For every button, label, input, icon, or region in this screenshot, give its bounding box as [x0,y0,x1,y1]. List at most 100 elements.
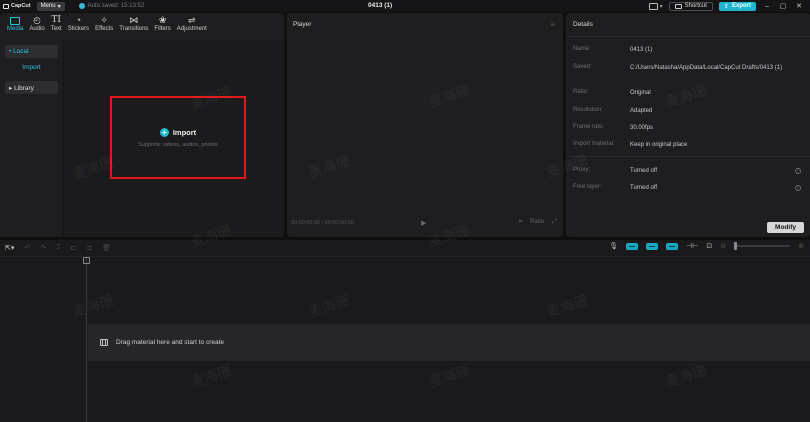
player-controls: 00:00:00:00 / 00:00:00:00 ▶ ⌗ Ratio ⤢ [287,219,563,229]
linkage-icon[interactable] [666,242,679,250]
detail-label: Ratio: [573,89,589,95]
tab-label: Filters [154,26,171,32]
detail-row-resolution: Resolution: Adapted [573,107,805,116]
menu-button[interactable]: Menu ▾ [36,1,65,11]
crop-icon[interactable]: ⌗ [519,219,522,226]
modify-button[interactable]: Modify [767,222,804,233]
shortcut-button[interactable]: Shortcut [668,1,713,11]
autosave-status: Auto saved: 15:13:52 [78,3,145,9]
detail-value: 0413 (1) [630,47,653,53]
import-dropzone[interactable]: + Import Supports: videos, audios, photo… [110,96,246,179]
sidebar-item-local[interactable]: • Local [5,45,58,58]
zoom-in-icon[interactable]: ⊕ [798,242,804,250]
split-right-icon[interactable]: ⊐ [86,244,92,252]
detail-label: Frame rate: [573,124,605,130]
minimize-icon[interactable]: – [762,3,772,10]
capcut-logo-icon [3,3,9,9]
split-icon[interactable]: ⌶ [56,244,60,252]
tab-label: Audio [29,26,45,32]
media-icon [10,15,21,26]
tab-stickers[interactable]: ◔ Stickers [65,13,92,32]
detail-label: Free layer: [573,184,602,190]
tab-effects[interactable]: ✧ Effects [92,13,116,32]
export-icon: ⇪ [723,3,729,10]
undo-icon[interactable]: ↶ [24,244,30,252]
menu-label: Menu [40,3,56,9]
auto-snapping-icon[interactable] [646,242,659,250]
tab-label: Stickers [67,26,90,32]
microphone-icon[interactable]: 🎙 [609,242,618,250]
timeline-ruler[interactable] [0,256,810,264]
transitions-icon: ⋈ [129,15,139,25]
help-icon[interactable]: ? [795,185,801,191]
drag-hint: Drag material here and start to create [116,339,225,346]
detail-row-import-material: Import material: Keep in original place [573,141,805,150]
app-logo: CapCut [0,3,31,9]
zoom-out-icon[interactable]: ⊖ [720,242,726,250]
detail-label: Proxy: [573,167,591,173]
tab-filters[interactable]: ❀ Filters [151,13,173,32]
timeline-toolbar: ⇱▾ ↶ ↷ ⌶ ⊏ ⊐ 🗑 🎙 ⊣⊢ ⊡ ⊖ ⊕ [0,240,810,256]
media-drop-area: + Import Supports: videos, audios, photo… [65,40,284,237]
main-track-magnet-icon[interactable] [626,242,639,250]
details-panel: Details Name: 0413 (1) Saved: C:/Users/N… [566,13,810,237]
adjustment-icon: ⇌ [188,15,196,25]
menu-icon[interactable]: ≡ [550,20,555,29]
tab-media[interactable]: Media [4,13,26,32]
fullscreen-icon[interactable]: ⤢ [552,219,557,226]
sidebar-item-library[interactable]: ▸ Library [5,81,58,94]
close-icon[interactable]: ✕ [794,2,804,10]
export-label: Export [731,3,751,9]
detail-value: Adapted [630,108,653,114]
tab-audio[interactable]: ◴ Audio [26,13,47,32]
export-button[interactable]: ⇪ Export [718,1,756,11]
layout-icon[interactable] [648,2,658,10]
detail-row-free-layer: Free layer: Turned off ? [573,184,805,193]
text-icon: TI [51,15,61,25]
detail-value: Turned off [630,168,658,174]
tab-label: Effects [95,26,114,32]
tab-label: Text [50,26,62,32]
player-title: Player [293,21,312,28]
sidebar-item-import[interactable]: Import [5,61,58,74]
capcut-window: CapCut Menu ▾ Auto saved: 15:13:52 0413 … [0,0,810,422]
preview-axis-icon[interactable]: ⊣⊢ [686,242,698,250]
zoom-slider-handle[interactable] [734,242,738,250]
help-icon[interactable]: ? [795,168,801,174]
tab-text[interactable]: TI Text [48,13,65,32]
maximize-icon[interactable]: ▢ [778,2,788,10]
tab-adjustment[interactable]: ⇌ Adjustment [174,13,210,32]
main-track[interactable]: Drag material here and start to create [88,324,810,361]
timecode: 00:00:00:00 / 00:00:00:00 [291,220,354,226]
player-panel: Player ≡ 00:00:00:00 / 00:00:00:00 ▶ ⌗ R… [287,13,563,237]
fit-to-screen-icon[interactable]: ⊡ [706,242,712,250]
detail-value: Turned off [630,185,658,191]
playhead-handle[interactable] [83,257,90,264]
split-left-icon[interactable]: ⊏ [70,244,76,252]
delete-icon[interactable]: 🗑 [102,244,111,252]
chevron-down-icon[interactable]: ▾ [660,3,663,10]
timeline-panel: ⇱▾ ↶ ↷ ⌶ ⊏ ⊐ 🗑 🎙 ⊣⊢ ⊡ ⊖ ⊕ Drag material … [0,240,810,422]
details-header: Details [566,13,810,37]
audio-icon: ◴ [33,15,41,25]
detail-label: Name: [573,46,591,52]
playhead-line[interactable] [86,257,87,422]
import-button[interactable]: + Import [159,127,197,137]
select-cursor-icon[interactable]: ⇱▾ [5,244,14,252]
details-title: Details [573,21,593,28]
detail-row-name: Name: 0413 (1) [573,46,805,55]
redo-icon[interactable]: ↷ [40,244,46,252]
zoom-slider[interactable] [734,242,791,250]
timeline-right-tools: 🎙 ⊣⊢ ⊡ ⊖ ⊕ [609,242,804,250]
ratio-button[interactable]: Ratio [530,219,544,226]
import-label: Import [172,127,197,137]
play-icon[interactable]: ▶ [421,219,426,227]
cloud-check-icon [78,3,85,9]
autosave-text: Auto saved: 15:13:52 [87,3,145,9]
effects-icon: ✧ [100,15,108,25]
plus-icon: + [159,127,169,137]
keyboard-icon [674,3,682,9]
tab-transitions[interactable]: ⋈ Transitions [116,13,151,32]
detail-label: Saved: [573,64,592,70]
detail-row-frame-rate: Frame rate: 30.00fps [573,124,805,133]
